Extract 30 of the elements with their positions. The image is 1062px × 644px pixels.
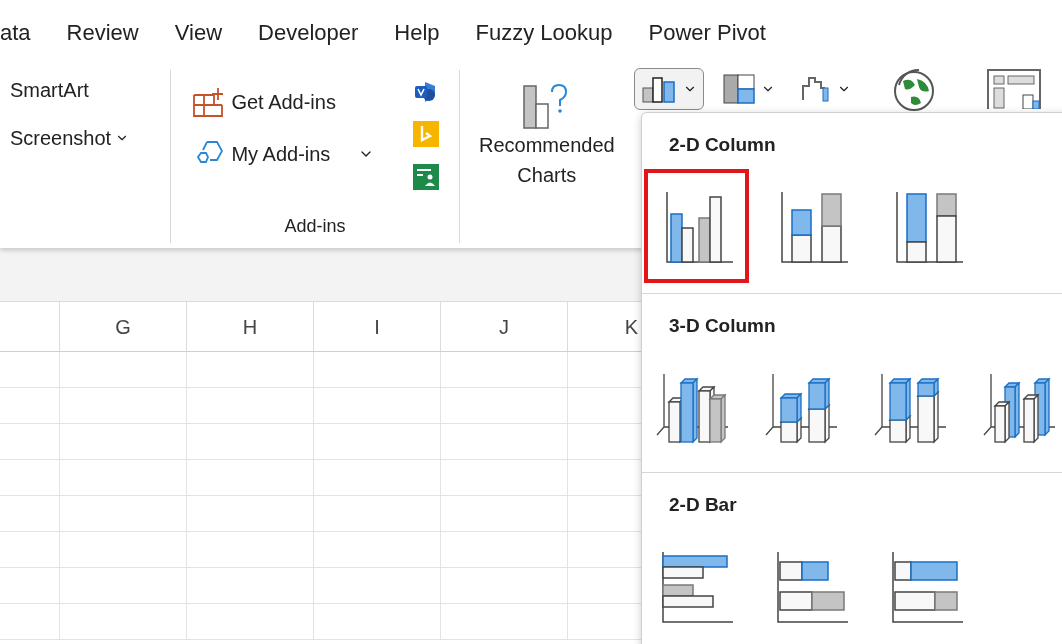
pivot-chart-icon [987, 69, 1043, 109]
get-add-ins-button[interactable]: Get Add-ins [193, 87, 407, 117]
ribbon-button[interactable]: Screenshot [10, 123, 171, 153]
menu-tab[interactable]: Developer [258, 16, 359, 49]
my-add-ins-button[interactable]: My Add-ins [193, 139, 407, 169]
section-heading: 2-D Bar [669, 494, 737, 515]
bing-icon [413, 121, 440, 147]
menu-tab[interactable]: Power Pivot [648, 16, 766, 49]
menu-tab[interactable]: Help [394, 16, 440, 49]
menu-tab[interactable]: Review [66, 16, 139, 49]
add-grid-icon [193, 87, 224, 117]
menu-tab[interactable]: ata [0, 16, 31, 49]
section-heading: 2-D Column [669, 134, 776, 155]
column-header[interactable]: G [60, 302, 187, 351]
column-header[interactable]: K [568, 302, 640, 351]
column-header[interactable]: J [441, 302, 568, 351]
menu-tab[interactable]: Fuzzy Lookup [475, 16, 613, 49]
column-chart-icon [641, 74, 677, 104]
waterfall-chart-icon [801, 74, 831, 104]
ribbon-button[interactable]: SmartArt [10, 75, 171, 105]
recommended-charts-button[interactable]: Recommended Charts [459, 65, 634, 190]
menu-tab[interactable]: View [174, 16, 223, 49]
column-header[interactable]: H [187, 302, 314, 351]
section-heading: 3-D Column [669, 315, 776, 336]
people-graph-icon [413, 164, 440, 190]
treemap-chart-icon [723, 74, 755, 104]
group-label: Add-ins [284, 216, 346, 236]
chart-option[interactable] [644, 169, 749, 283]
chart-type-button[interactable] [634, 68, 704, 110]
column-header[interactable]: I [314, 302, 441, 351]
